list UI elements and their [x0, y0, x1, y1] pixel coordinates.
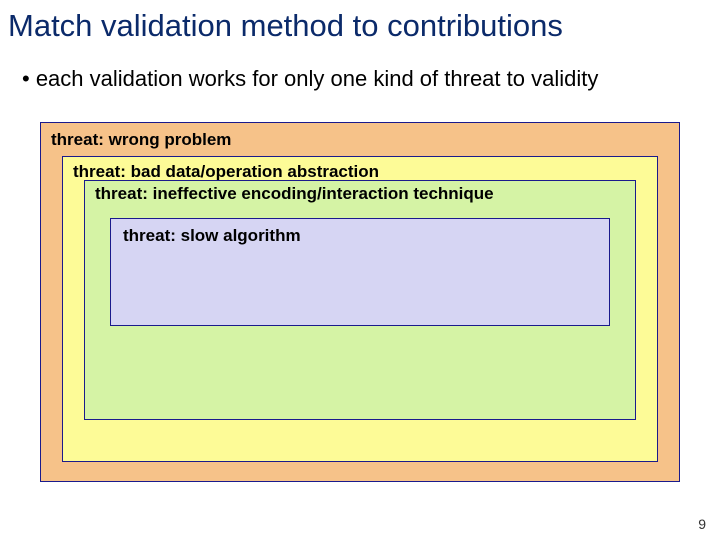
- layer-label: threat: bad data/operation abstraction: [73, 163, 379, 182]
- slide: Match validation method to contributions…: [0, 0, 720, 540]
- layer-slow-algorithm: threat: slow algorithm: [110, 218, 610, 326]
- layer-label: threat: wrong problem: [51, 131, 231, 150]
- nested-threat-diagram: threat: wrong problem threat: bad data/o…: [40, 122, 680, 482]
- slide-title: Match validation method to contributions: [8, 8, 563, 44]
- page-number: 9: [698, 516, 706, 532]
- bullet-line: • each validation works for only one kin…: [22, 66, 598, 92]
- layer-label: threat: ineffective encoding/interaction…: [95, 185, 494, 204]
- layer-label: threat: slow algorithm: [123, 227, 301, 246]
